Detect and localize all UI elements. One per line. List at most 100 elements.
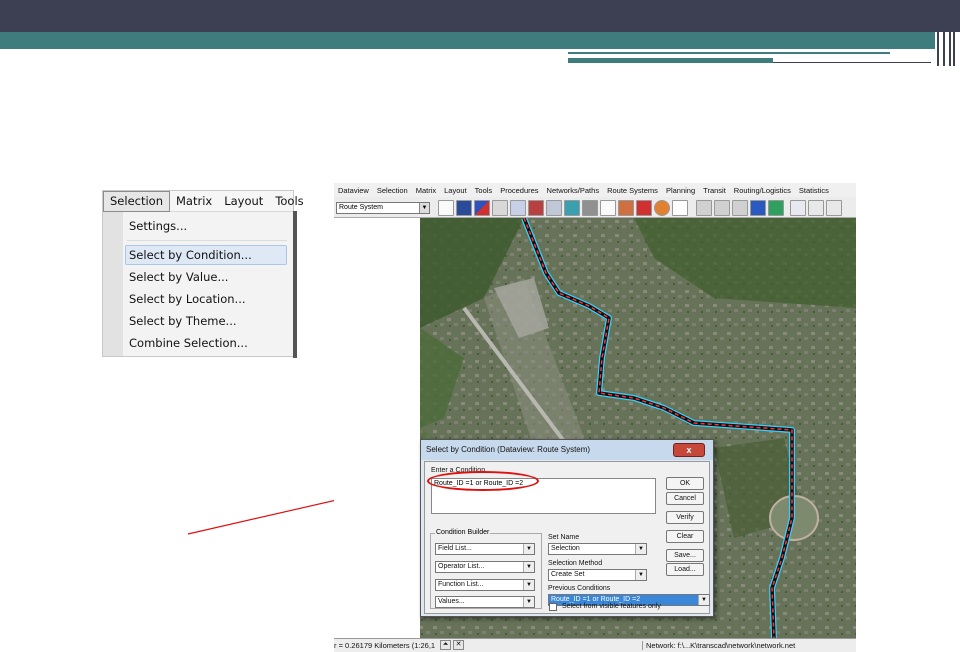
slide-header-vline (943, 0, 945, 66)
app-menu-layout[interactable]: Layout (440, 186, 471, 195)
dropdown-arrow-icon[interactable]: ▼ (698, 595, 709, 605)
scale-readout: r = 0.26179 Kilometers (1:26,1 (334, 641, 436, 650)
toolbar-matrix-icon[interactable] (582, 200, 598, 216)
toolbar-map-icon[interactable] (474, 200, 490, 216)
toolbar-flow-icon[interactable] (618, 200, 634, 216)
operator-list-select[interactable]: Operator List... ▼ (435, 561, 535, 573)
dialog-body: Enter a Condition Route_ID =1 or Route_I… (424, 461, 710, 614)
menu-item-settings[interactable]: Settings... (129, 216, 187, 236)
previous-conditions-value: Route_ID =1 or Route_ID =2 (551, 596, 641, 603)
cancel-button[interactable]: Cancel (666, 492, 704, 505)
toolbar-network-icon[interactable] (510, 200, 526, 216)
toolbar-globe-icon[interactable] (654, 200, 670, 216)
slide-header-vline (953, 0, 955, 66)
toolbar-pointer-icon[interactable] (808, 200, 824, 216)
verify-button[interactable]: Verify (666, 511, 704, 524)
set-name-label: Set Name (548, 534, 580, 541)
app-menubar: Dataview Selection Matrix Layout Tools P… (334, 183, 856, 197)
network-path: Network: f:\...K\transcad\network\networ… (642, 641, 795, 650)
toolbar-document-icon[interactable] (600, 200, 616, 216)
operator-list-value: Operator List... (438, 563, 485, 570)
previous-conditions-label: Previous Conditions (548, 585, 611, 592)
condition-builder-label: Condition Builder (435, 529, 491, 536)
menu-separator (127, 240, 287, 241)
ok-button[interactable]: OK (666, 477, 704, 490)
menu-item-combine-selection[interactable]: Combine Selection... (129, 333, 248, 353)
toolbar-chart-icon[interactable] (456, 200, 472, 216)
save-button[interactable]: Save... (666, 549, 704, 562)
transcad-window: Dataview Selection Matrix Layout Tools P… (334, 183, 856, 652)
menu-matrix[interactable]: Matrix (170, 191, 218, 212)
slide-header-line (773, 62, 931, 63)
app-menu-tools[interactable]: Tools (471, 186, 497, 195)
dropdown-arrow-icon[interactable]: ▼ (523, 580, 534, 590)
toolbar-pencil-icon[interactable] (636, 200, 652, 216)
toolbar-select-icon[interactable] (826, 200, 842, 216)
toolbar-stops-icon[interactable] (564, 200, 580, 216)
menu-gutter (103, 212, 123, 356)
selection-menu-crop: Selection Matrix Layout Tools Settings..… (102, 190, 304, 358)
layer-combo[interactable]: Route System ▼ (336, 202, 430, 214)
menu-layout[interactable]: Layout (218, 191, 269, 212)
toolbar-path-icon[interactable] (528, 200, 544, 216)
toolbar-eraser-icon[interactable] (672, 200, 688, 216)
toolbar-theme-icon[interactable] (768, 200, 784, 216)
dropdown-arrow-icon[interactable]: ▼ (635, 544, 646, 554)
app-menu-procedures[interactable]: Procedures (496, 186, 542, 195)
dialog-title: Select by Condition (Dataview: Route Sys… (421, 440, 713, 460)
dropdown-arrow-icon[interactable]: ▼ (523, 597, 534, 607)
menu-selection[interactable]: Selection (103, 190, 170, 212)
toolbar-table-icon[interactable] (438, 200, 454, 216)
toolbar-disabled-icon[interactable] (714, 200, 730, 216)
function-list-value: Function List... (438, 581, 484, 588)
select-by-condition-dialog: Select by Condition (Dataview: Route Sys… (420, 439, 714, 617)
toolbar-info-icon[interactable] (790, 200, 806, 216)
dropdown-arrow-icon[interactable]: ▼ (635, 570, 646, 580)
app-menu-transit[interactable]: Transit (699, 186, 730, 195)
close-icon[interactable]: ✕ (453, 640, 464, 650)
values-select[interactable]: Values... ▼ (435, 596, 535, 608)
selection-method-select[interactable]: Create Set ▼ (548, 569, 647, 581)
dropdown-arrow-icon[interactable]: ▼ (419, 203, 429, 213)
load-button[interactable]: Load... (666, 563, 704, 576)
app-menu-dataview[interactable]: Dataview (334, 186, 373, 195)
slide-header-teal-band (0, 32, 935, 49)
app-menu-matrix[interactable]: Matrix (412, 186, 440, 195)
condition-builder-group: Condition Builder Field List... ▼ Operat… (430, 529, 542, 609)
visible-only-checkbox[interactable] (549, 603, 557, 611)
app-menu-planning[interactable]: Planning (662, 186, 699, 195)
clear-button[interactable]: Clear (666, 530, 704, 543)
selection-method-value: Create Set (551, 571, 585, 578)
slide-header-line (568, 52, 890, 54)
toolbar-layers-icon[interactable] (750, 200, 766, 216)
menu-item-select-by-theme[interactable]: Select by Theme... (129, 311, 237, 331)
toolbar-grid-icon[interactable] (492, 200, 508, 216)
app-menu-selection[interactable]: Selection (373, 186, 412, 195)
slide-header-vline (937, 0, 939, 66)
dropdown-arrow-icon[interactable]: ▼ (523, 562, 534, 572)
scroll-left-icon[interactable]: ⏶ (440, 640, 451, 650)
app-menu-networks-paths[interactable]: Networks/Paths (543, 186, 604, 195)
field-list-select[interactable]: Field List... ▼ (435, 543, 535, 555)
field-list-value: Field List... (438, 545, 472, 552)
menu-item-select-by-location[interactable]: Select by Location... (129, 289, 246, 309)
slide-header-line (568, 58, 773, 63)
app-menu-route-systems[interactable]: Route Systems (603, 186, 662, 195)
toolbar-disabled-icon[interactable] (696, 200, 712, 216)
dropdown-arrow-icon[interactable]: ▼ (523, 544, 534, 554)
slide-header-band (0, 0, 960, 32)
layer-combo-value: Route System (339, 204, 383, 211)
menu-item-select-by-condition[interactable]: Select by Condition... (129, 245, 252, 265)
menu-item-select-by-value[interactable]: Select by Value... (129, 267, 228, 287)
toolbar-route-icon[interactable] (546, 200, 562, 216)
visible-only-label: Select from visible features only (562, 603, 661, 610)
app-menu-statistics[interactable]: Statistics (795, 186, 833, 195)
app-menu-routing-logistics[interactable]: Routing/Logistics (730, 186, 795, 195)
selection-method-label: Selection Method (548, 560, 603, 567)
slide: Selection Matrix Layout Tools Settings..… (0, 0, 960, 652)
close-icon[interactable]: x (673, 443, 705, 457)
set-name-select[interactable]: Selection ▼ (548, 543, 647, 555)
toolbar-disabled-icon[interactable] (732, 200, 748, 216)
menu-tools[interactable]: Tools (269, 191, 309, 212)
function-list-select[interactable]: Function List... ▼ (435, 579, 535, 591)
